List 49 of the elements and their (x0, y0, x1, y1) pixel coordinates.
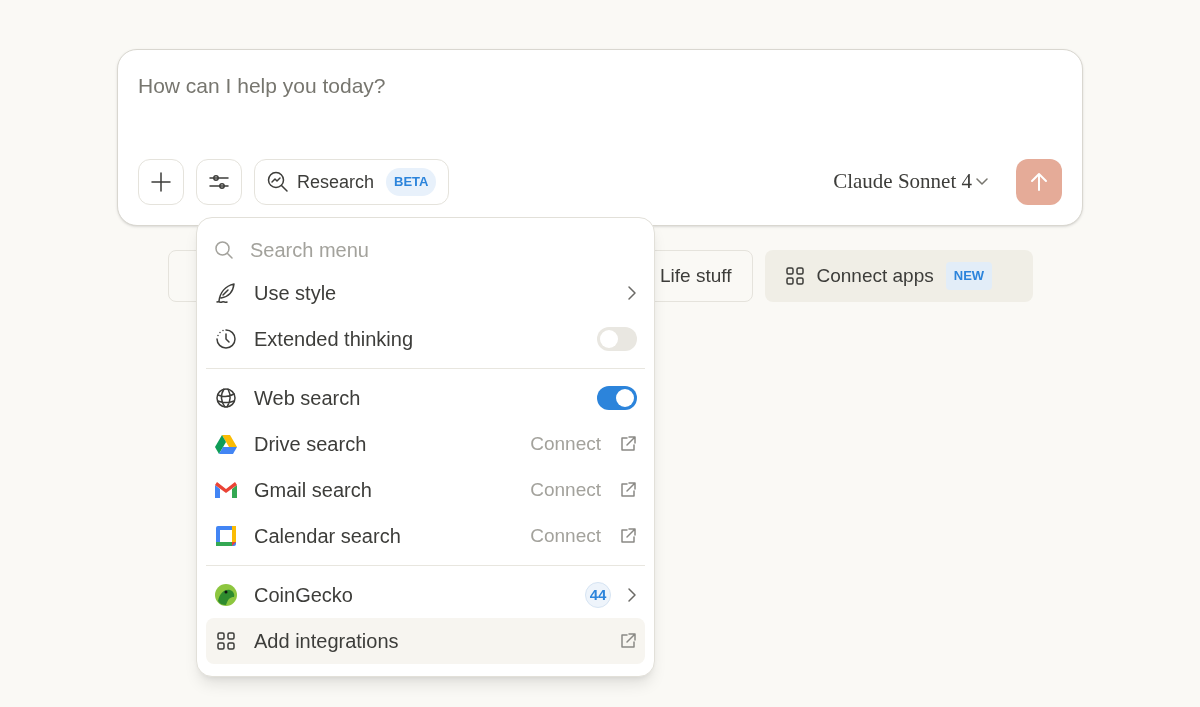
add-button[interactable] (138, 159, 184, 205)
menu-item[interactable]: Extended thinking (206, 316, 645, 362)
research-button[interactable]: Research BETA (254, 159, 450, 205)
search-trend-icon (267, 171, 289, 193)
menu-item-label: Gmail search (254, 478, 373, 503)
grid-icon (216, 631, 236, 651)
menu-item[interactable]: Drive search Connect (206, 421, 645, 467)
menu-item-label: Extended thinking (254, 327, 414, 352)
menu-search-field[interactable]: Search menu (250, 235, 637, 265)
menu-item-label: Calendar search (254, 524, 402, 549)
menu-item-label: Add integrations (254, 629, 400, 654)
suggestion-chip[interactable]: Connect apps NEW (764, 250, 1033, 302)
external-link-icon (619, 435, 637, 453)
chevron-right-icon (627, 285, 637, 301)
model-selector[interactable]: Claude Sonnet 4 (833, 166, 988, 198)
menu-item-label: Drive search (254, 432, 368, 457)
menu-item[interactable]: CoinGecko 44 (206, 572, 645, 618)
external-link-icon (619, 632, 637, 650)
message-composer[interactable]: How can I help you today? Research BETA Claude Sonnet 4 (117, 49, 1083, 226)
search-icon (214, 240, 234, 260)
toggle-switch[interactable] (597, 327, 637, 351)
beta-badge: BETA (386, 168, 437, 196)
menu-item-label: Web search (254, 386, 362, 411)
globe-icon (214, 386, 238, 410)
chevron-right-icon (627, 587, 637, 603)
grid-icon (784, 266, 805, 286)
sliders-icon (208, 172, 230, 192)
tools-button[interactable] (196, 159, 242, 205)
menu-item-label: CoinGecko (254, 583, 354, 608)
menu-item[interactable]: Add integrations (206, 618, 645, 664)
chevron-down-icon (976, 178, 988, 186)
arrow-up-icon (1030, 172, 1048, 192)
calendar-icon (216, 526, 236, 546)
menu-item-label: Use style (254, 281, 338, 306)
menu-item[interactable]: Calendar search Connect (206, 513, 645, 559)
external-link-icon (619, 481, 637, 499)
external-link-icon (619, 527, 637, 545)
drive-icon (215, 434, 237, 454)
mail-icon (215, 481, 237, 499)
plus-icon (151, 172, 171, 192)
menu-item[interactable]: Gmail search Connect (206, 467, 645, 513)
count-badge: 44 (585, 582, 611, 608)
menu-item[interactable]: Web search (206, 375, 645, 421)
gecko-logo-icon (214, 583, 238, 607)
feather-icon (214, 281, 238, 305)
new-badge: NEW (945, 262, 993, 290)
toggle-switch[interactable] (597, 386, 637, 410)
clock-icon (214, 327, 238, 351)
menu-item[interactable]: Use style (206, 270, 645, 316)
